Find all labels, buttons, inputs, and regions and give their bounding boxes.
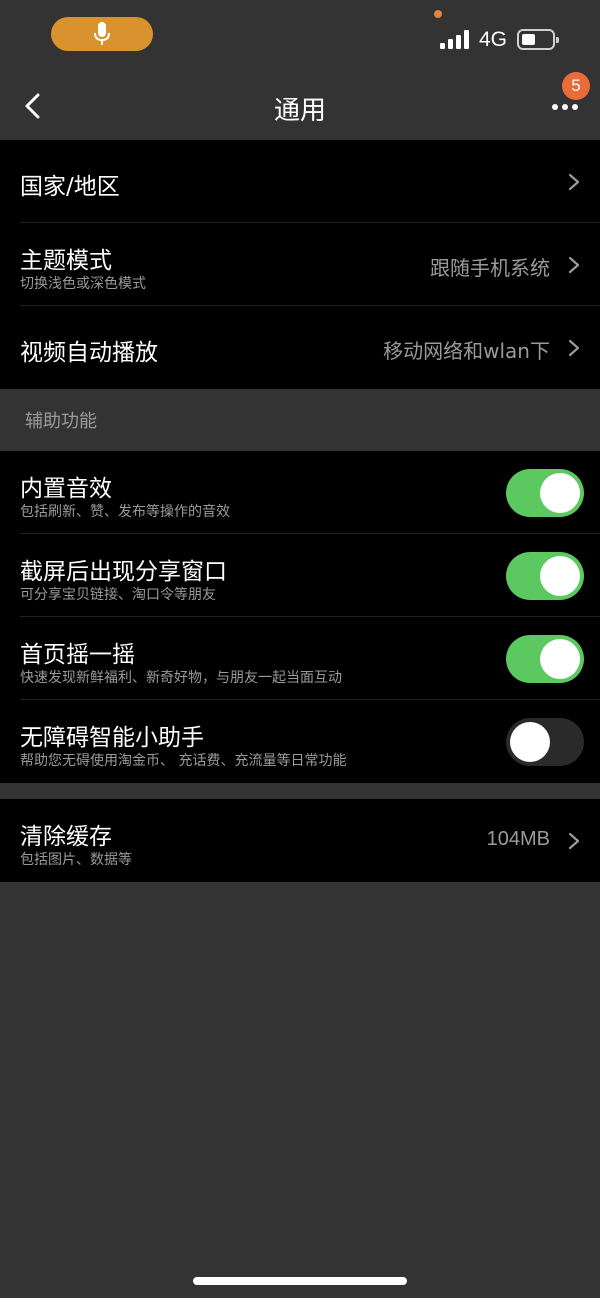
- row-title: 首页摇一摇: [20, 642, 135, 668]
- chevron-right-icon: [568, 832, 580, 850]
- cache-size: 104MB: [486, 828, 550, 850]
- toggle-screenshot-share[interactable]: [506, 552, 584, 600]
- row-country-region[interactable]: 国家/地区: [0, 140, 600, 223]
- row-video-autoplay[interactable]: 视频自动播放 移动网络和wlan下: [0, 306, 600, 389]
- row-accessibility-assistant: 无障碍智能小助手 帮助您无碍使用淘金币、 充话费、充流量等日常功能: [0, 700, 600, 783]
- privacy-indicator-dot: [434, 10, 442, 18]
- battery-icon: [517, 29, 559, 50]
- toggle-built-in-sound[interactable]: [506, 469, 584, 517]
- network-type: 4G: [479, 28, 508, 51]
- home-indicator[interactable]: [193, 1277, 407, 1285]
- accessibility-settings-group: 内置音效 包括刷新、赞、发布等操作的音效 截屏后出现分享窗口 可分享宝贝链接、淘…: [0, 451, 600, 783]
- row-built-in-sound: 内置音效 包括刷新、赞、发布等操作的音效: [0, 451, 600, 534]
- microphone-indicator[interactable]: [51, 17, 153, 51]
- row-title: 清除缓存: [20, 824, 112, 850]
- chevron-right-icon: [568, 173, 580, 191]
- section-label-accessibility: 辅助功能: [25, 411, 97, 432]
- row-title: 国家/地区: [20, 174, 120, 200]
- notification-badge: 5: [562, 72, 590, 100]
- row-subtitle: 包括刷新、赞、发布等操作的音效: [20, 504, 230, 520]
- row-subtitle: 可分享宝贝链接、淘口令等朋友: [20, 587, 216, 603]
- battery-level: [522, 34, 535, 45]
- row-value: 跟随手机系统: [430, 256, 550, 280]
- toggle-shake[interactable]: [506, 635, 584, 683]
- microphone-icon: [94, 22, 110, 45]
- page-title: 通用: [273, 96, 326, 126]
- more-dots-icon: [552, 104, 558, 110]
- row-title: 内置音效: [20, 476, 112, 502]
- chevron-right-icon: [568, 256, 580, 274]
- row-subtitle: 帮助您无碍使用淘金币、 充话费、充流量等日常功能: [20, 753, 347, 769]
- row-screenshot-share: 截屏后出现分享窗口 可分享宝贝链接、淘口令等朋友: [0, 534, 600, 617]
- row-title: 视频自动播放: [20, 340, 158, 366]
- row-title: 无障碍智能小助手: [20, 725, 204, 751]
- row-title: 主题模式: [20, 248, 112, 274]
- general-settings-group: 国家/地区 主题模式 切换浅色或深色模式 跟随手机系统 视频自动播放 移动网络和…: [0, 140, 600, 389]
- row-theme-mode[interactable]: 主题模式 切换浅色或深色模式 跟随手机系统: [0, 223, 600, 306]
- row-subtitle: 快速发现新鲜福利、新奇好物，与朋友一起当面互动: [20, 670, 342, 686]
- status-bar: 4G: [0, 0, 600, 70]
- toggle-accessibility-assistant[interactable]: [506, 718, 584, 766]
- row-value: 移动网络和wlan下: [383, 339, 550, 363]
- row-subtitle: 包括图片、数据等: [20, 852, 132, 868]
- row-shake: 首页摇一摇 快速发现新鲜福利、新奇好物，与朋友一起当面互动: [0, 617, 600, 700]
- cache-settings-group: 清除缓存 包括图片、数据等 104MB: [0, 799, 600, 882]
- row-clear-cache[interactable]: 清除缓存 包括图片、数据等 104MB: [0, 799, 600, 882]
- row-title: 截屏后出现分享窗口: [20, 559, 227, 585]
- row-subtitle: 切换浅色或深色模式: [20, 276, 146, 292]
- chevron-right-icon: [568, 339, 580, 357]
- cellular-signal-icon: [440, 30, 470, 49]
- nav-header: 通用: [0, 70, 600, 140]
